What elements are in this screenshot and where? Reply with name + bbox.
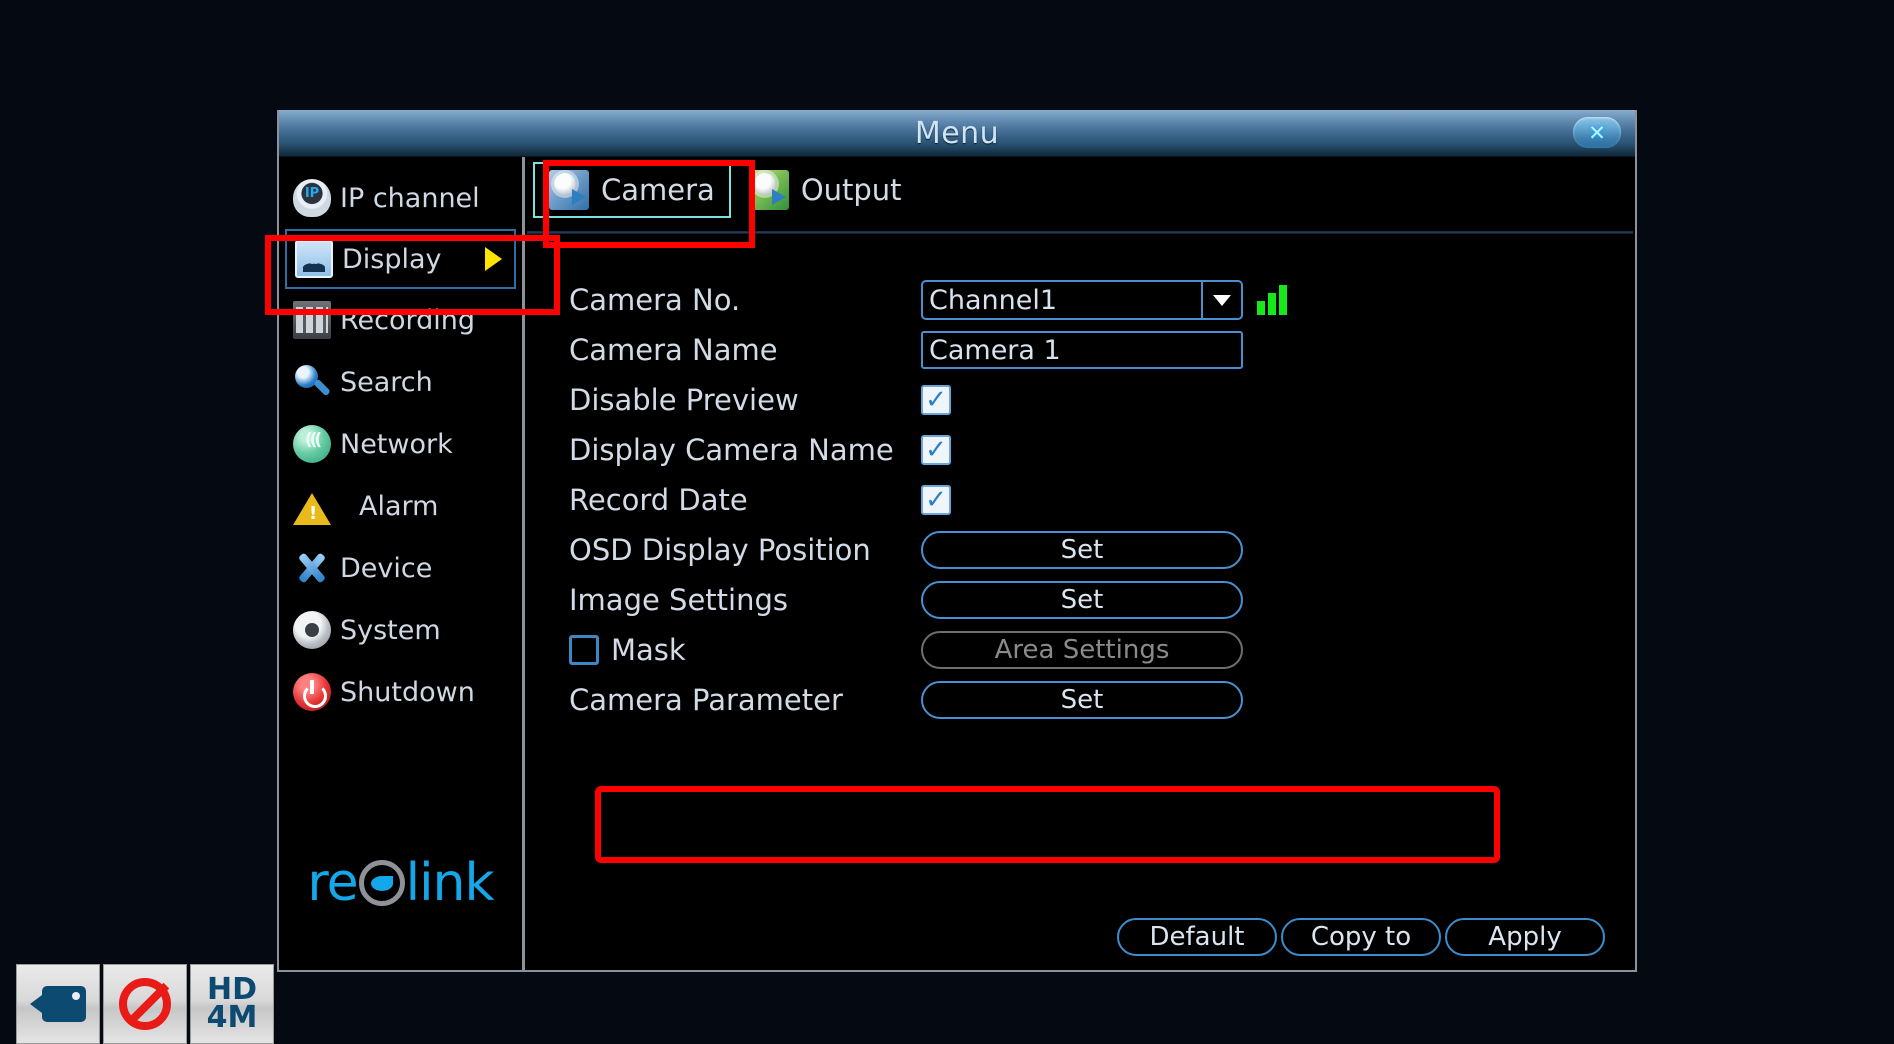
- sidebar-item-label: Search: [340, 366, 433, 398]
- logo-text-right: link: [405, 853, 495, 913]
- row-mask: Mask Area Settings: [569, 625, 1617, 675]
- page-title: Menu: [914, 115, 1000, 151]
- sidebar-item-label: Shutdown: [340, 676, 475, 708]
- tab-bar: Camera Output: [525, 157, 1635, 223]
- device-icon: [293, 549, 331, 587]
- sidebar-item-label: Device: [340, 552, 433, 584]
- reolink-logo: re link: [279, 848, 522, 918]
- sidebar-item-network[interactable]: Network: [279, 413, 522, 475]
- camera-no-select[interactable]: Channel1: [921, 280, 1243, 320]
- recording-icon: [293, 301, 331, 339]
- sidebar-item-alarm[interactable]: Alarm: [279, 475, 522, 537]
- camera-parameter-set-button[interactable]: Set: [921, 681, 1243, 719]
- image-settings-label: Image Settings: [569, 583, 788, 617]
- dialog-body: IP channel Display Recording Search: [279, 157, 1635, 970]
- mask-checkbox[interactable]: [569, 635, 599, 665]
- close-icon[interactable]: ✕: [1573, 117, 1621, 148]
- tab-camera[interactable]: Camera: [533, 162, 731, 218]
- content-pane: Camera Output Camera No. Channel1 Camera…: [525, 157, 1635, 970]
- sidebar-item-label: Network: [340, 428, 453, 460]
- dialog-footer: Default Copy to Apply: [1117, 918, 1605, 956]
- mask-area-settings-button: Area Settings: [921, 631, 1243, 669]
- image-settings-set-button[interactable]: Set: [921, 581, 1243, 619]
- chevron-right-icon: [485, 247, 502, 271]
- taskbar: HD 4M: [16, 964, 274, 1044]
- ip-camera-icon: [293, 179, 331, 217]
- default-button[interactable]: Default: [1117, 918, 1277, 956]
- search-icon: [293, 363, 331, 401]
- disable-preview-checkbox[interactable]: ✓: [921, 385, 951, 415]
- sidebar-item-system[interactable]: System: [279, 599, 522, 661]
- sidebar-item-label: System: [340, 614, 441, 646]
- shutdown-icon: [293, 673, 331, 711]
- camera-name-label: Camera Name: [569, 333, 778, 367]
- dialog-titlebar: Menu ✕: [279, 110, 1635, 157]
- sidebar-item-display[interactable]: Display: [285, 229, 516, 289]
- camera-name-input[interactable]: Camera 1: [921, 331, 1243, 369]
- chevron-down-icon[interactable]: [1201, 282, 1241, 318]
- taskbar-item-camcorder[interactable]: [16, 964, 100, 1044]
- record-date-checkbox[interactable]: ✓: [921, 485, 951, 515]
- row-display-camera-name: Display Camera Name ✓: [569, 425, 1617, 475]
- camera-settings-icon: [549, 170, 589, 210]
- display-icon: [295, 240, 333, 278]
- system-icon: [293, 611, 331, 649]
- camera-no-value: Channel1: [929, 284, 1058, 316]
- tab-label: Camera: [601, 173, 715, 207]
- tab-output[interactable]: Output: [735, 162, 916, 218]
- hd-resolution-icon: HD 4M: [206, 974, 258, 1035]
- network-icon: [293, 425, 331, 463]
- taskbar-item-no-entry[interactable]: [103, 964, 187, 1044]
- record-date-label: Record Date: [569, 483, 748, 517]
- sidebar-item-device[interactable]: Device: [279, 537, 522, 599]
- camera-no-label: Camera No.: [569, 283, 741, 317]
- logo-text-left: re: [307, 853, 358, 913]
- row-camera-no: Camera No. Channel1: [569, 275, 1617, 325]
- sidebar-item-label: Recording: [340, 304, 476, 336]
- osd-display-position-set-button[interactable]: Set: [921, 531, 1243, 569]
- display-camera-name-label: Display Camera Name: [569, 433, 894, 467]
- camcorder-icon: [30, 986, 86, 1022]
- osd-display-position-label: OSD Display Position: [569, 533, 871, 567]
- nvr-screen: Menu ✕ IP channel Display Recording: [0, 0, 1894, 1044]
- hd-line2: 4M: [206, 1000, 258, 1035]
- output-settings-icon: [748, 170, 789, 210]
- mask-label: Mask: [611, 633, 686, 667]
- row-camera-parameter: Camera Parameter Set: [569, 675, 1617, 725]
- row-record-date: Record Date ✓: [569, 475, 1617, 525]
- camera-parameter-label: Camera Parameter: [569, 683, 843, 717]
- sidebar-item-label: Alarm: [359, 490, 439, 522]
- display-camera-name-checkbox[interactable]: ✓: [921, 435, 951, 465]
- sidebar-item-ip-channel[interactable]: IP channel: [279, 167, 522, 229]
- sidebar-item-search[interactable]: Search: [279, 351, 522, 413]
- row-image-settings: Image Settings Set: [569, 575, 1617, 625]
- sidebar-item-label: Display: [342, 243, 442, 275]
- alarm-icon: [293, 493, 331, 525]
- row-camera-name: Camera Name Camera 1: [569, 325, 1617, 375]
- no-entry-icon: [119, 978, 171, 1030]
- logo-eye-icon: [358, 860, 405, 906]
- row-disable-preview: Disable Preview ✓: [569, 375, 1617, 425]
- copy-to-button[interactable]: Copy to: [1281, 918, 1441, 956]
- row-osd-display-position: OSD Display Position Set: [569, 525, 1617, 575]
- taskbar-item-hd-resolution[interactable]: HD 4M: [190, 964, 274, 1044]
- sidebar-item-label: IP channel: [340, 182, 480, 214]
- disable-preview-label: Disable Preview: [569, 383, 799, 417]
- menu-dialog: Menu ✕ IP channel Display Recording: [277, 110, 1637, 972]
- camera-settings-form: Camera No. Channel1 Camera Name Camera 1…: [569, 275, 1617, 725]
- apply-button[interactable]: Apply: [1445, 918, 1605, 956]
- sidebar-item-shutdown[interactable]: Shutdown: [279, 661, 522, 723]
- tab-label: Output: [800, 173, 902, 207]
- tab-separator: [527, 231, 1633, 234]
- sidebar: IP channel Display Recording Search: [279, 157, 525, 970]
- sidebar-item-recording[interactable]: Recording: [279, 289, 522, 351]
- signal-strength-icon: [1257, 285, 1287, 315]
